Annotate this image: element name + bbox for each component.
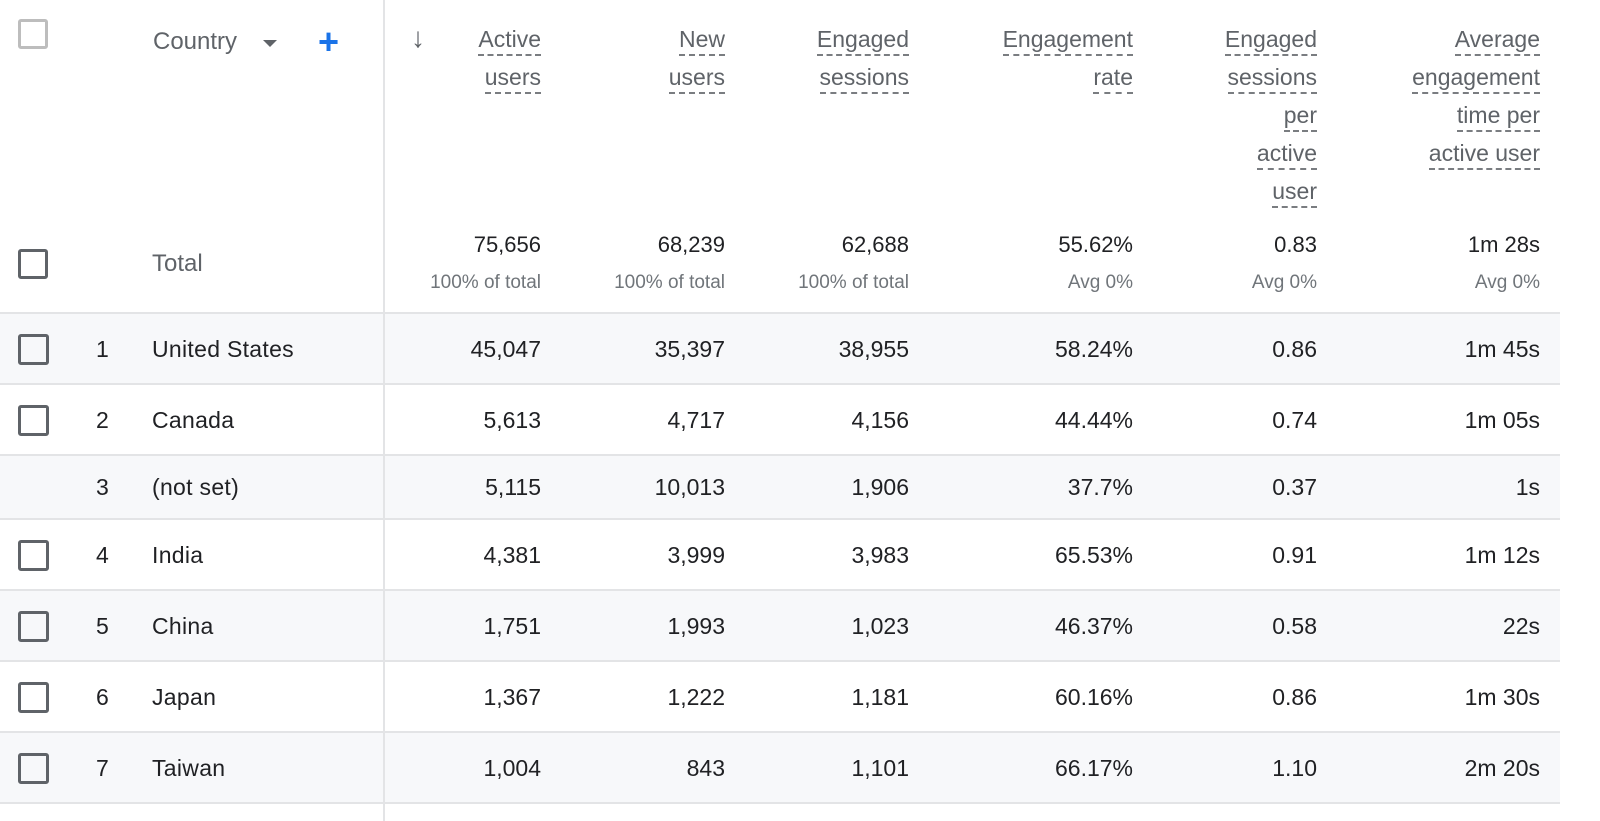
cell-avg-engagement-time: 1m 45s xyxy=(1464,335,1540,362)
cell-new-users: 10,013 xyxy=(654,474,725,500)
dimension-label: Country xyxy=(153,28,238,55)
cell-engaged-sessions-per-user: 0.74 xyxy=(1272,406,1317,433)
row-index: 7 xyxy=(96,754,109,781)
table-row[interactable]: 4 India 4,381 3,999 3,983 65.53% 0.91 1m 12s xyxy=(0,520,1560,591)
cell-engaged-sessions-per-user: 0.86 xyxy=(1272,683,1317,710)
country-name[interactable]: United States xyxy=(152,336,294,363)
total-engagement-rate: 55.62% xyxy=(1058,232,1133,257)
caret-down-icon[interactable] xyxy=(263,40,277,47)
cell-engaged-sessions: 1,101 xyxy=(851,754,909,781)
total-label: Total xyxy=(152,250,203,277)
arrow-down-icon[interactable]: ↓ xyxy=(411,22,425,54)
column-header-avg-engagement-time[interactable]: Average engagement time per active user xyxy=(1412,22,1540,174)
cell-active-users: 1,367 xyxy=(483,683,541,710)
cell-engagement-rate: 46.37% xyxy=(1054,612,1133,639)
column-header-engaged-sessions-per-user[interactable]: Engaged sessions per active user xyxy=(1224,22,1317,212)
totals-checkbox[interactable] xyxy=(18,249,48,279)
cell-active-users: 45,047 xyxy=(470,335,541,362)
total-sub-active-users: 100% of total xyxy=(430,272,541,293)
cell-active-users: 5,613 xyxy=(483,406,541,433)
cell-engagement-rate: 65.53% xyxy=(1054,541,1133,568)
row-index: 1 xyxy=(96,335,109,362)
cell-new-users: 35,397 xyxy=(654,335,725,362)
cell-engaged-sessions-per-user: 1.10 xyxy=(1272,754,1317,781)
cell-engaged-sessions: 38,955 xyxy=(838,335,909,362)
row-index: 6 xyxy=(96,683,109,710)
country-name[interactable]: India xyxy=(152,542,203,569)
table-header: Country + ↓ Active users New users Engag… xyxy=(0,0,1560,314)
row-checkbox[interactable] xyxy=(18,681,49,713)
cell-engagement-rate: 58.24% xyxy=(1054,335,1133,362)
cell-engaged-sessions: 4,156 xyxy=(851,406,909,433)
table-row[interactable]: 5 China 1,751 1,993 1,023 46.37% 0.58 22s xyxy=(0,591,1560,662)
select-all-checkbox[interactable] xyxy=(18,19,48,49)
row-checkbox[interactable] xyxy=(18,752,49,784)
table-row[interactable]: 1 United States 45,047 35,397 38,955 58.24% 0.… xyxy=(0,314,1560,385)
total-engaged-sessions-per-user: 0.83 xyxy=(1274,232,1317,257)
cell-engagement-rate: 66.17% xyxy=(1054,754,1133,781)
cell-engaged-sessions-per-user: 0.86 xyxy=(1272,335,1317,362)
cell-engagement-rate: 60.16% xyxy=(1054,683,1133,710)
table-body: 1 United States 45,047 35,397 38,955 58.24% 0.… xyxy=(0,314,1560,804)
cell-engaged-sessions-per-user: 0.37 xyxy=(1272,474,1317,500)
country-report-table: Country + ↓ Active users New users Engag… xyxy=(0,0,1560,804)
row-checkbox[interactable] xyxy=(18,539,49,571)
cell-avg-engagement-time: 1m 05s xyxy=(1464,406,1540,433)
cell-avg-engagement-time: 1m 30s xyxy=(1464,683,1540,710)
table-row[interactable]: 7 Taiwan 1,004 843 1,101 66.17% 1.10 2m 20s xyxy=(0,733,1560,804)
country-name[interactable]: Taiwan xyxy=(152,755,225,782)
cell-avg-engagement-time: 1m 12s xyxy=(1464,541,1540,568)
country-name[interactable]: Canada xyxy=(152,407,234,434)
total-sub-avg-engagement-time: Avg 0% xyxy=(1474,272,1540,293)
total-sub-engaged-sessions-per-user: Avg 0% xyxy=(1251,272,1317,293)
cell-avg-engagement-time: 1s xyxy=(1515,474,1540,500)
column-header-new-users[interactable]: New users xyxy=(668,22,725,98)
total-new-users: 68,239 xyxy=(657,232,725,257)
column-divider xyxy=(383,0,385,821)
total-sub-engaged-sessions: 100% of total xyxy=(798,272,909,293)
cell-engaged-sessions: 1,181 xyxy=(851,683,909,710)
row-index: 5 xyxy=(96,612,109,639)
cell-engaged-sessions: 1,023 xyxy=(851,612,909,639)
row-index: 3 xyxy=(96,474,109,500)
total-avg-engagement-time: 1m 28s xyxy=(1467,232,1540,257)
cell-new-users: 4,717 xyxy=(667,406,725,433)
cell-active-users: 5,115 xyxy=(485,474,541,500)
cell-engaged-sessions: 1,906 xyxy=(851,474,909,500)
row-checkbox[interactable] xyxy=(18,610,49,642)
cell-avg-engagement-time: 22s xyxy=(1502,612,1540,639)
cell-new-users: 1,222 xyxy=(667,683,725,710)
country-name[interactable]: Japan xyxy=(152,684,216,711)
cell-engaged-sessions: 3,983 xyxy=(851,541,909,568)
cell-active-users: 4,381 xyxy=(483,541,541,568)
cell-new-users: 3,999 xyxy=(667,541,725,568)
table-row[interactable]: 2 Canada 5,613 4,717 4,156 44.44% 0.74 1m 05s xyxy=(0,385,1560,456)
column-header-engaged-sessions[interactable]: Engaged sessions xyxy=(816,22,909,98)
cell-active-users: 1,751 xyxy=(483,612,541,639)
column-header-active-users[interactable]: Active users xyxy=(478,22,541,98)
cell-avg-engagement-time: 2m 20s xyxy=(1464,754,1540,781)
column-header-engagement-rate[interactable]: Engagement rate xyxy=(1002,22,1133,98)
country-name[interactable]: (not set) xyxy=(152,474,239,501)
row-checkbox[interactable] xyxy=(18,333,49,365)
cell-engaged-sessions-per-user: 0.58 xyxy=(1272,612,1317,639)
row-checkbox[interactable] xyxy=(18,404,49,436)
total-engaged-sessions: 62,688 xyxy=(841,232,909,257)
total-active-users: 75,656 xyxy=(473,232,541,257)
total-sub-engagement-rate: Avg 0% xyxy=(1067,272,1133,293)
cell-engaged-sessions-per-user: 0.91 xyxy=(1272,541,1317,568)
row-index: 4 xyxy=(96,541,109,568)
cell-new-users: 843 xyxy=(686,754,725,781)
row-index: 2 xyxy=(96,406,109,433)
table-row[interactable]: 6 Japan 1,367 1,222 1,181 60.16% 0.86 1m 30s xyxy=(0,662,1560,733)
cell-new-users: 1,993 xyxy=(667,612,725,639)
plus-icon[interactable]: + xyxy=(318,22,339,62)
total-sub-new-users: 100% of total xyxy=(614,272,725,293)
cell-engagement-rate: 37.7% xyxy=(1067,474,1133,500)
cell-engagement-rate: 44.44% xyxy=(1054,406,1133,433)
cell-active-users: 1,004 xyxy=(483,754,541,781)
country-name[interactable]: China xyxy=(152,613,214,640)
table-row[interactable]: 3 (not set) 5,115 10,013 1,906 37.7% 0.37 1s xyxy=(0,456,1560,520)
